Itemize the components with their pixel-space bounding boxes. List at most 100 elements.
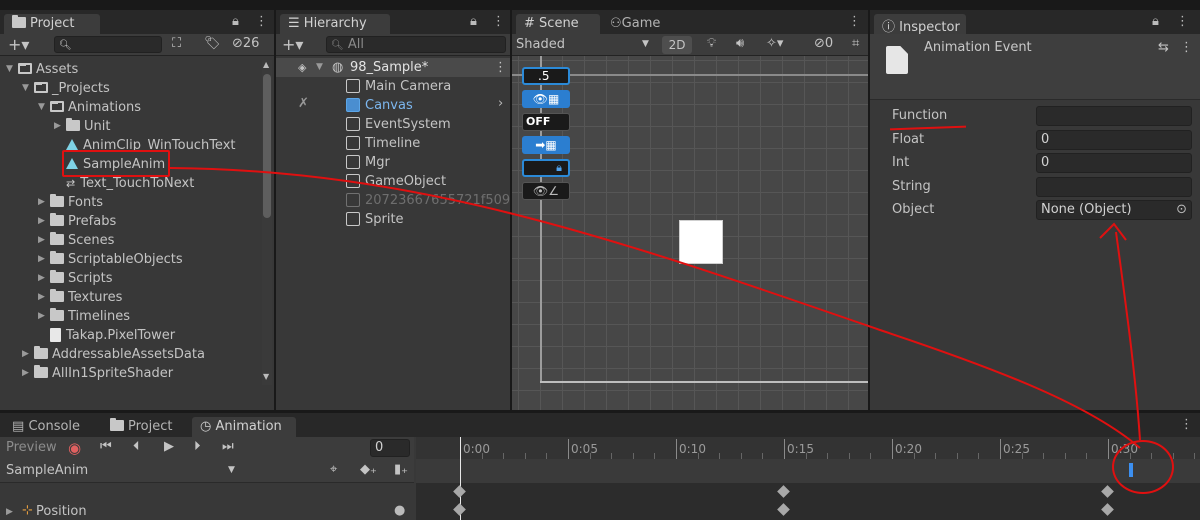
- shading-mode-dropdown[interactable]: Shaded ▼: [516, 37, 652, 52]
- project-tree-item[interactable]: ▶ ScriptableObjects: [0, 250, 262, 269]
- project-tree-item[interactable]: ▶ Scripts: [0, 269, 262, 288]
- play-icon[interactable]: ▶: [164, 439, 174, 454]
- lock-icon[interactable]: 🔒︎: [470, 14, 477, 29]
- object-picker-icon[interactable]: ⊙: [1176, 201, 1187, 219]
- tab-inspector[interactable]: ⓘ Inspector: [874, 14, 966, 35]
- tab-hierarchy[interactable]: ☰ Hierarchy: [280, 14, 390, 34]
- visibility-grid-toggle[interactable]: 👁︎▦: [522, 90, 570, 108]
- add-event-icon[interactable]: ▮₊: [394, 462, 408, 477]
- expand-arrow-icon[interactable]: ▶: [38, 288, 48, 307]
- scroll-thumb[interactable]: [263, 74, 271, 218]
- project-tree-item[interactable]: ▶ Unit: [0, 117, 262, 136]
- project-tree-item[interactable]: ▶ AddressableAssetsData: [0, 345, 262, 364]
- lighting-icon[interactable]: 💡︎: [707, 36, 716, 51]
- inspector-field-int[interactable]: 0: [1036, 153, 1192, 173]
- expand-arrow-icon[interactable]: ▼: [6, 60, 16, 79]
- expand-arrow-icon[interactable]: ▶: [22, 364, 32, 383]
- scene-row[interactable]: ◈ ▼ ◍ 98_Sample* ⋮: [276, 58, 510, 77]
- hierarchy-search-input[interactable]: 🔍︎ All: [326, 36, 506, 53]
- project-tree-item[interactable]: ▶ Prefabs: [0, 212, 262, 231]
- add-property-target-icon[interactable]: ⌖: [330, 462, 337, 477]
- timeline-area[interactable]: 0:00 0:05 0:10 0:15 0:20 0:25 0:30: [416, 437, 1200, 520]
- tab-animation[interactable]: ◷ Animation: [192, 417, 296, 437]
- inspector-field-object[interactable]: None (Object) ⊙: [1036, 200, 1192, 220]
- next-keyframe-icon[interactable]: ⏵︎: [194, 439, 201, 454]
- expand-arrow-icon[interactable]: ▶: [6, 507, 16, 517]
- kebab-menu-icon[interactable]: ⋮: [848, 14, 861, 29]
- kebab-menu-icon[interactable]: ⋮: [1180, 417, 1193, 432]
- keyframe-diamond[interactable]: [777, 485, 790, 498]
- create-button[interactable]: +▾: [282, 35, 303, 54]
- clip-dropdown[interactable]: SampleAnim ▼: [6, 463, 242, 478]
- scale-value-field[interactable]: .5: [522, 67, 570, 85]
- preview-button[interactable]: Preview: [6, 440, 57, 455]
- hierarchy-item[interactable]: Mgr: [276, 153, 510, 172]
- project-tree-item[interactable]: ▶ AllIn1SpriteShader: [0, 364, 262, 383]
- hierarchy-item[interactable]: EventSystem: [276, 115, 510, 134]
- expand-arrow-icon[interactable]: ▼: [316, 58, 326, 77]
- toggle-2d-button[interactable]: 2D: [662, 36, 692, 54]
- keyframe-diamond[interactable]: [453, 485, 466, 498]
- frame-input[interactable]: 0: [370, 439, 410, 457]
- keyframe-diamond[interactable]: [453, 503, 466, 516]
- expand-arrow-icon[interactable]: ▶: [38, 193, 48, 212]
- move-grid-toggle[interactable]: ➡▦: [522, 136, 570, 154]
- hierarchy-item[interactable]: Timeline: [276, 134, 510, 153]
- create-button[interactable]: +▾: [8, 35, 29, 54]
- hierarchy-item[interactable]: Main Camera: [276, 77, 510, 96]
- hierarchy-item[interactable]: Canvas: [276, 96, 510, 115]
- record-icon[interactable]: ◉: [68, 439, 81, 457]
- last-keyframe-icon[interactable]: ⏭: [222, 439, 234, 454]
- tab-game[interactable]: ⚇Game: [602, 14, 672, 34]
- expand-arrow-icon[interactable]: ▶: [38, 250, 48, 269]
- expand-arrow-icon[interactable]: ▶: [38, 231, 48, 250]
- add-keyframe-icon[interactable]: ◆₊: [360, 462, 377, 477]
- hierarchy-item[interactable]: 20723667655721f509e3: [276, 191, 510, 210]
- expand-children-icon[interactable]: ›: [498, 96, 503, 111]
- project-tree-item[interactable]: ▶ Timelines: [0, 307, 262, 326]
- hidden-count[interactable]: ⊘26: [232, 36, 259, 51]
- expand-arrow-icon[interactable]: ▼: [22, 79, 32, 98]
- project-search-input[interactable]: 🔍︎: [54, 36, 162, 53]
- hierarchy-item[interactable]: GameObject: [276, 172, 510, 191]
- project-tree-item[interactable]: ▶ Fonts: [0, 193, 262, 212]
- kebab-menu-icon[interactable]: ⋮: [255, 14, 268, 29]
- project-tree-item[interactable]: ▼ Animations: [0, 98, 262, 117]
- scene-visibility-icon[interactable]: ◈: [298, 58, 306, 77]
- project-tree-item[interactable]: ▼ Assets: [0, 60, 262, 79]
- first-keyframe-icon[interactable]: ⏮: [100, 439, 112, 454]
- effects-icon[interactable]: ✧▾: [766, 36, 783, 51]
- kebab-menu-icon[interactable]: ⋮: [1176, 14, 1189, 29]
- settings-icon[interactable]: ⇆: [1158, 40, 1169, 55]
- hidden-objects-count[interactable]: ⊘0: [814, 36, 833, 51]
- expand-arrow-icon[interactable]: ▶: [38, 212, 48, 231]
- expand-arrow-icon[interactable]: ▶: [38, 307, 48, 326]
- inspector-field-float[interactable]: 0: [1036, 129, 1192, 150]
- events-row[interactable]: [416, 459, 1200, 483]
- gizmos-icon[interactable]: ⌗: [852, 36, 859, 51]
- property-dot-icon[interactable]: ●: [394, 503, 405, 518]
- lock-icon[interactable]: 🔒︎: [1152, 14, 1159, 29]
- expand-arrow-icon[interactable]: ▶: [38, 269, 48, 288]
- label-icon[interactable]: 🏷︎: [204, 36, 221, 51]
- scroll-down-icon[interactable]: ▼: [263, 372, 269, 381]
- project-tree-item[interactable]: ▼ _Projects: [0, 79, 262, 98]
- kebab-menu-icon[interactable]: ⋮: [492, 14, 505, 29]
- keyframe-diamond[interactable]: [1101, 503, 1114, 516]
- keyframe-diamond[interactable]: [777, 503, 790, 516]
- tab-scene[interactable]: # Scene: [516, 14, 600, 34]
- kebab-menu-icon[interactable]: ⋮: [494, 58, 507, 77]
- expand-arrow-icon[interactable]: ▶: [22, 345, 32, 364]
- property-row[interactable]: ▶ ⊹ Position ●: [0, 503, 414, 520]
- hierarchy-item[interactable]: Sprite: [276, 210, 510, 229]
- project-scrollbar[interactable]: ▲ ▼: [262, 60, 272, 385]
- project-tree-item[interactable]: Takap.PixelTower: [0, 326, 262, 345]
- prev-keyframe-icon[interactable]: ⏴︎: [133, 439, 140, 454]
- inspector-field-function[interactable]: [1036, 106, 1192, 126]
- project-tree-item[interactable]: ▶ Textures: [0, 288, 262, 307]
- off-toggle[interactable]: OFF: [522, 113, 570, 131]
- expand-arrow-icon[interactable]: ▼: [38, 98, 48, 117]
- kebab-menu-icon[interactable]: ⋮: [1180, 40, 1193, 55]
- inspector-field-string[interactable]: [1036, 176, 1192, 197]
- scroll-up-icon[interactable]: ▲: [263, 60, 269, 69]
